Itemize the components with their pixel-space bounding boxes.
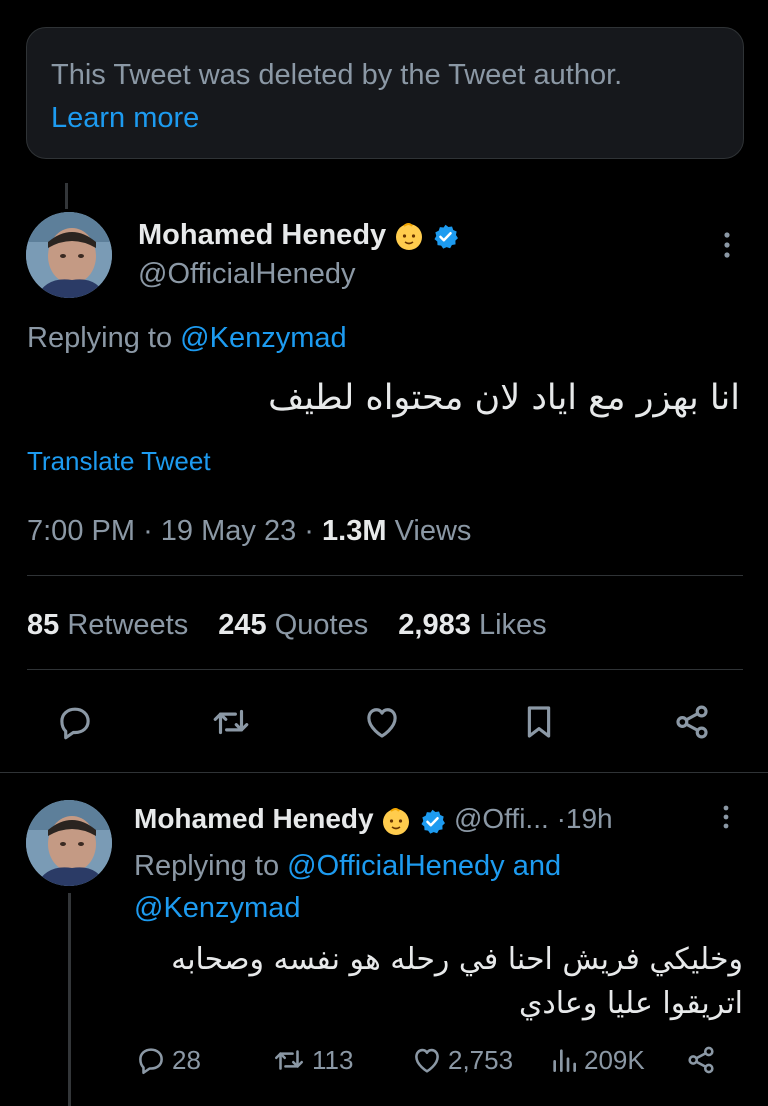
likes-label: Likes	[478, 609, 547, 641]
baby-face-icon	[381, 806, 411, 836]
author-name-text[interactable]: Mohamed Henedy	[138, 219, 386, 251]
author-name[interactable]: Mohamed Henedy	[138, 217, 459, 253]
quotes-stat[interactable]: 245 Quotes	[218, 609, 368, 641]
replying-to-link[interactable]: @Kenzymad	[134, 892, 300, 924]
retweet-icon[interactable]	[210, 701, 252, 743]
thread-connector-line	[68, 893, 71, 1106]
replying-to-line: Replying to @Kenzymad	[27, 318, 347, 358]
tweet-meta: 7:00 PM · 19 May 23 · 1.3M Views	[27, 511, 471, 551]
retweets-count: 85	[27, 609, 60, 641]
reply-header: Mohamed Henedy @Offi... ·19h	[134, 800, 613, 838]
reply-button[interactable]: 28	[134, 1040, 201, 1080]
likes-count: 2,983	[398, 609, 471, 641]
avatar[interactable]	[26, 212, 112, 298]
deleted-tweet-text: This Tweet was deleted by the Tweet auth…	[51, 59, 623, 91]
views-count: 1.3M	[322, 515, 387, 547]
more-vertical-icon[interactable]	[722, 230, 732, 260]
translate-tweet-link[interactable]: Translate Tweet	[27, 443, 211, 479]
share-icon	[684, 1043, 722, 1077]
meta-separator: ·	[304, 515, 314, 547]
share-button[interactable]	[684, 1040, 722, 1080]
learn-more-link[interactable]: Learn more	[51, 98, 199, 138]
tweet-time[interactable]: 7:00 PM	[27, 515, 135, 547]
views-button[interactable]: 209K	[548, 1040, 645, 1080]
reply-tweet-text: وخليكي فريش احنا في رحله هو نفسه وصحابه …	[143, 938, 743, 1026]
quotes-count: 245	[218, 609, 267, 641]
replying-prefix: Replying to	[27, 322, 173, 354]
reply-author-name[interactable]: Mohamed Henedy	[134, 803, 374, 834]
verified-badge-icon	[432, 223, 459, 250]
meta-separator: ·	[143, 515, 153, 547]
tweet-date[interactable]: 19 May 23	[161, 515, 296, 547]
verified-badge-icon	[419, 807, 446, 834]
retweets-label: Retweets	[67, 609, 189, 641]
likes-stat[interactable]: 2,983 Likes	[398, 609, 546, 641]
retweet-button[interactable]: 113	[270, 1040, 353, 1080]
retweet-count: 113	[312, 1044, 354, 1075]
views-label: Views	[394, 515, 472, 547]
divider	[27, 575, 743, 576]
meta-separator: ·	[556, 803, 566, 834]
quotes-label: Quotes	[274, 609, 369, 641]
avatar[interactable]	[26, 800, 112, 886]
reply-icon	[134, 1043, 172, 1077]
replying-and[interactable]: and	[513, 850, 561, 882]
like-count: 2,753	[448, 1044, 514, 1075]
heart-icon[interactable]	[361, 701, 403, 743]
baby-face-icon	[394, 221, 424, 251]
views-chart-icon	[548, 1043, 584, 1077]
reply-author-handle[interactable]: @Offi...	[454, 803, 549, 834]
like-button[interactable]: 2,753	[410, 1040, 513, 1080]
more-vertical-icon[interactable]	[721, 804, 731, 834]
replying-prefix: Replying to	[134, 850, 280, 882]
heart-icon	[410, 1043, 448, 1077]
reply-time-ago[interactable]: 19h	[566, 803, 613, 834]
reply-text-line: وخليكي فريش احنا في رحله هو نفسه وصحابه	[171, 942, 743, 977]
thread-connector-line	[65, 183, 68, 209]
divider	[0, 772, 768, 773]
tweet-text: انا بهزر مع اياد لان محتواه لطيف	[268, 378, 740, 418]
share-icon[interactable]	[671, 701, 713, 743]
replying-to-link[interactable]: @OfficialHenedy	[287, 850, 505, 882]
reply-icon[interactable]	[54, 701, 96, 743]
reply-text-line: اتريقوا عليا وعادي	[518, 986, 743, 1021]
divider	[27, 669, 743, 670]
reply-count: 28	[172, 1044, 201, 1075]
author-handle[interactable]: @OfficialHenedy	[138, 256, 356, 292]
retweet-icon	[270, 1043, 312, 1077]
views-count: 209K	[584, 1044, 645, 1075]
tweet-stats: 85 Retweets 245 Quotes 2,983 Likes	[27, 605, 547, 645]
replying-to-link[interactable]: @Kenzymad	[180, 322, 346, 354]
reply-replying-to: Replying to @OfficialHenedy and @Kenzyma…	[134, 845, 694, 929]
retweets-stat[interactable]: 85 Retweets	[27, 609, 188, 641]
bookmark-icon[interactable]	[518, 701, 560, 743]
